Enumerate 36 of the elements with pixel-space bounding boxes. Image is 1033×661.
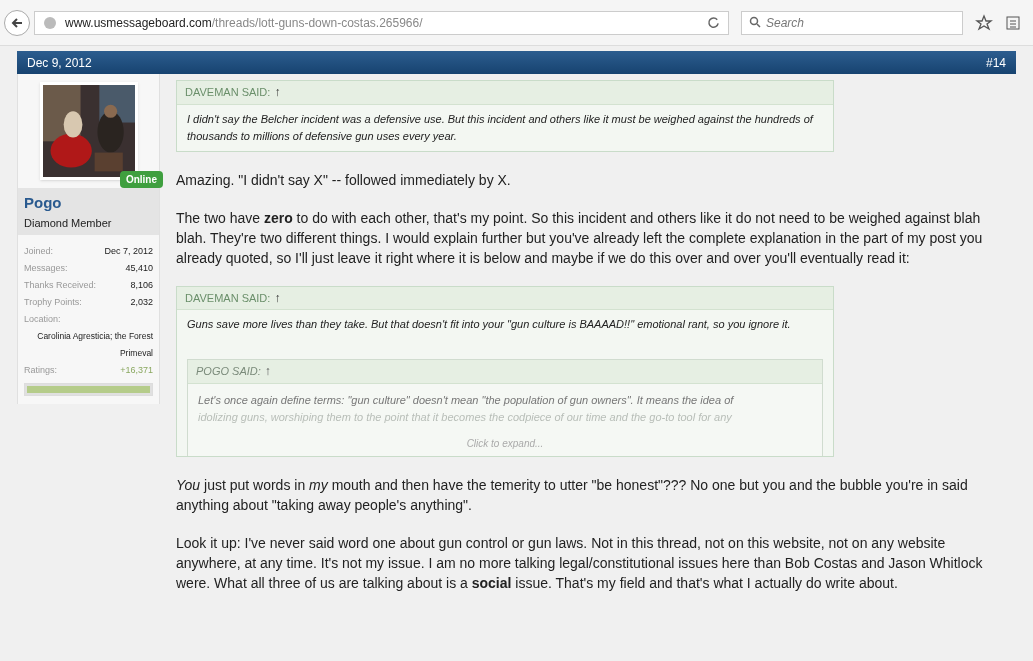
back-button[interactable] <box>4 9 30 36</box>
quote-text: I didn't say the Belcher incident was a defensive use. But this incident and others like it must be weighed against the hundreds of thousands to millions of defensive gun uses every year. <box>186 111 815 144</box>
quote-text-line: Let's once again define terms: "gun culture" doesn't mean "the population of gun owners". It means the idea of <box>198 392 735 408</box>
post-paragraph: Look it up: I've never said word one about gun control or gun laws. Not in this thread, not on this website, not on any website anywhere, at any time. It's not my issue. I am no more talking legal/constitutional issues here than Bob Costas and Jason Whitlock were. What all three of us are talking about is a social issue. That's my field and that's what I actually do write about. <box>176 533 984 593</box>
url-text: www.usmessageboard.com/threads/lott-guns-down-costas.265966/ <box>65 14 423 32</box>
back-arrow-icon <box>10 15 24 30</box>
url-bar[interactable]: www.usmessageboard.com/threads/lott-guns-down-costas.265966/ <box>34 10 729 35</box>
stat-value: 45,410 <box>125 262 153 275</box>
post-paragraph: The two have zero to do with each other, that's my point. So this incident and others like it do not need to be weighed against blah blah. They're two different things. I would explain further but you've already left the complete explanation in the part of my post you already quoted, so I'll just leave it right where it is below and maybe if we do this over and over you'll eventually read it: <box>176 208 984 268</box>
stat-value: 8,106 <box>130 279 153 292</box>
quote-text-line: idolizing guns, worshiping them to the point that it becomes the codpiece of our time and the go-to tool for any <box>198 409 733 425</box>
stat-value: 2,032 <box>130 296 153 309</box>
quote-text: Guns save more lives than they take. But that doesn't fit into your "gun culture is BAAAAD!!" emotional rant, so you ignore it. <box>186 317 792 332</box>
star-icon[interactable] <box>975 13 993 32</box>
user-title: Diamond Member <box>24 215 113 231</box>
reload-icon[interactable] <box>707 16 720 29</box>
post-paragraph: Amazing. "I didn't say X" -- followed immediately by X. <box>176 170 512 190</box>
post-number[interactable]: #14 <box>985 53 1006 72</box>
location-value: Carolinia Agresticia; the Forest Primeval <box>36 330 153 360</box>
stat-label: Trophy Points: <box>24 296 82 309</box>
stat-label: Ratings: <box>24 364 58 377</box>
stat-label: Joined: <box>24 245 54 258</box>
stat-value: Dec 7, 2012 <box>104 245 153 258</box>
ratings-value: +16,371 <box>120 364 153 377</box>
jump-arrow-icon[interactable]: ↑ <box>264 365 271 378</box>
post-date: Dec 9, 2012 <box>27 54 92 72</box>
post-paragraph: You just put words in my mouth and then have the temerity to utter "be honest"??? No one but you and the bubble you're in said anything about "taking away people's anything". <box>176 475 969 515</box>
stat-label: Thanks Received: <box>24 279 97 292</box>
stat-label: Messages: <box>24 262 68 275</box>
stat-label: Location: <box>24 313 62 326</box>
user-name[interactable]: Pogo <box>24 192 153 215</box>
online-badge: Online <box>119 171 163 188</box>
jump-arrow-icon[interactable]: ↑ <box>274 86 281 99</box>
search-icon <box>749 16 761 28</box>
search-field[interactable]: Search <box>741 11 963 35</box>
jump-arrow-icon[interactable]: ↑ <box>274 291 281 304</box>
